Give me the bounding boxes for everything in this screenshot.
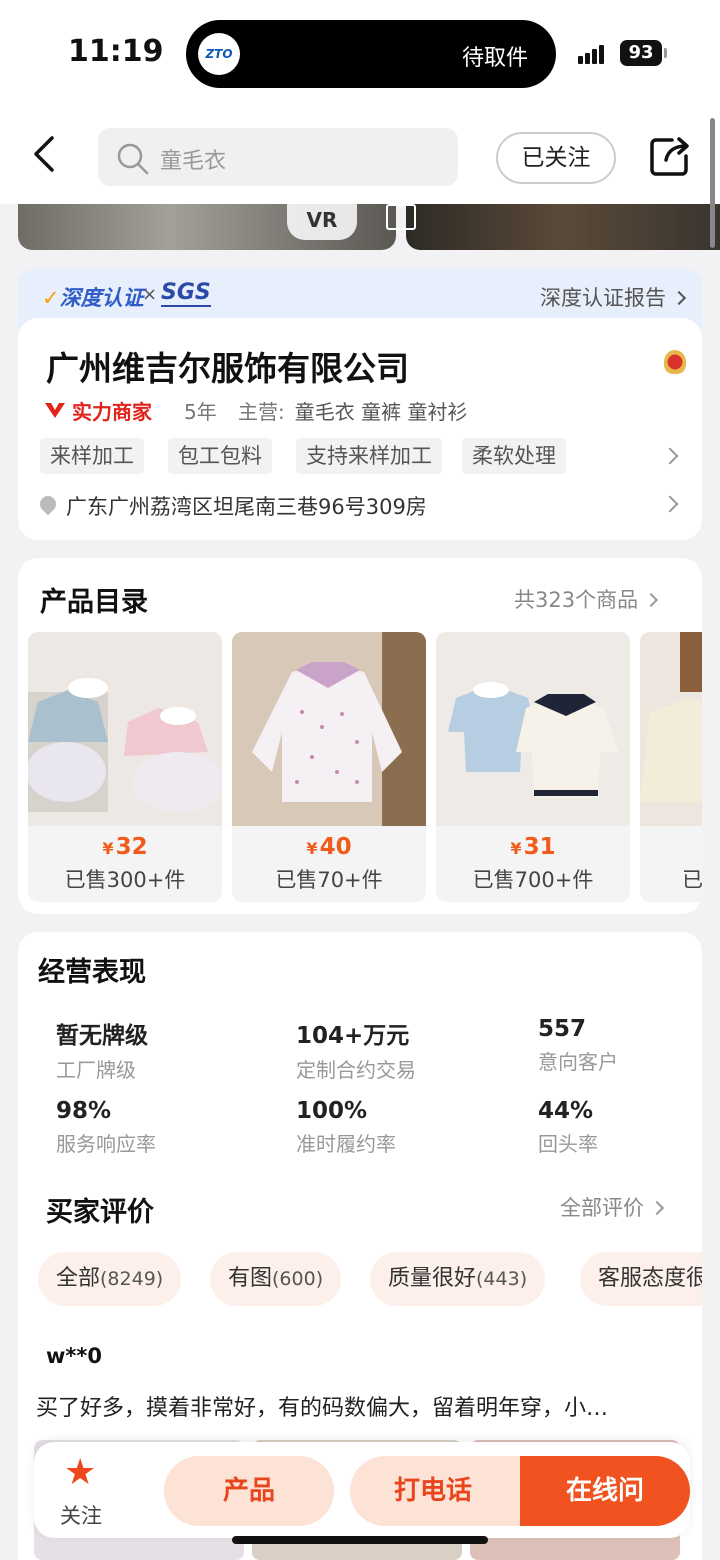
stat-on-time-rate: 100% 准时履约率 [296, 1098, 396, 1156]
factory-gallery[interactable]: VR [0, 204, 720, 252]
review-filter-with-images[interactable]: 有图(600) [210, 1252, 342, 1306]
stat-contract-trade: 104+万元 定制合约交易 [296, 1023, 416, 1082]
stat-intended-customers: 557 意向客户 [538, 1016, 618, 1074]
product-sold: 已 [682, 868, 702, 892]
vr-tour-button[interactable]: VR [287, 204, 357, 240]
catalog-count-link[interactable]: 共323个商品 [514, 584, 659, 614]
search-placeholder: 童毛衣 [160, 149, 227, 174]
sgs-logo: SGS [161, 280, 211, 307]
all-reviews-link[interactable]: 全部评价 [560, 1192, 665, 1222]
star-icon: ★ [64, 1452, 97, 1493]
following-button[interactable]: 已关注 [496, 132, 616, 184]
follow-label: 关注 [60, 1504, 102, 1528]
chevron-right-icon [644, 592, 659, 608]
signal-icon [578, 44, 610, 64]
company-card: 广州维吉尔服饰有限公司 实力商家 5年 主营: 童毛衣 童裤 童衬衫 来样加工 包… [18, 318, 702, 540]
review-text[interactable]: 买了好多，摸着非常好，有的码数偏大，留着明年穿，小… [36, 1390, 686, 1422]
reviewer-name: w**0 [46, 1344, 102, 1368]
review-filter-service[interactable]: 客服态度很 [580, 1252, 702, 1306]
product-price: ¥40 [306, 834, 352, 860]
product-card[interactable]: ¥40 已售70+件 [232, 632, 426, 902]
product-price: ¥31 [510, 834, 556, 860]
chevron-right-icon[interactable] [661, 495, 679, 513]
chevron-right-icon[interactable] [661, 447, 679, 465]
product-sold: 已售300+件 [64, 868, 186, 892]
product-catalog: 产品目录 共323个商品 ¥32 已售300+件 ¥40 已售70+件 ¥31 … [18, 558, 702, 914]
status-time: 11:19 [68, 34, 164, 69]
product-image [640, 632, 702, 826]
cert-report-link[interactable]: 深度认证报告 [540, 282, 687, 312]
years-in-business: 5年 [184, 400, 217, 424]
stat-response-rate: 98% 服务响应率 [56, 1098, 156, 1156]
catalog-title: 产品目录 [40, 587, 148, 618]
stat-repeat-rate: 44% 回头率 [538, 1098, 598, 1156]
cert-separator: × [142, 284, 158, 305]
company-address[interactable]: 广东广州荔湾区坦尾南三巷96号309房 [66, 491, 427, 521]
factory-photo[interactable] [406, 204, 720, 250]
nav-bar: 童毛衣 已关注 [0, 104, 720, 204]
live-activity-label: 待取件 [461, 46, 528, 71]
main-business: 主营: 童毛衣 童裤 童衬衫 [238, 400, 468, 424]
review-filter-good-quality[interactable]: 质量很好(443) [370, 1252, 546, 1306]
bottom-action-bar: ★ 关注 产品 打电话 在线问 [34, 1442, 690, 1538]
search-input[interactable]: 童毛衣 [98, 128, 458, 186]
emblem-icon [664, 350, 686, 374]
courier-logo-icon: ZTO [198, 33, 240, 75]
service-tag[interactable]: 来样加工 [40, 438, 144, 474]
product-sold: 已售70+件 [275, 868, 383, 892]
chevron-right-icon [649, 1200, 665, 1216]
products-button[interactable]: 产品 [164, 1456, 334, 1526]
dynamic-island[interactable]: ZTO 待取件 [186, 20, 556, 88]
service-tag[interactable]: 包工包料 [168, 438, 272, 474]
product-image [232, 632, 426, 826]
image-icon[interactable] [386, 204, 416, 230]
product-card[interactable]: 已 [640, 632, 702, 902]
product-price: ¥32 [102, 834, 148, 860]
share-icon[interactable] [648, 134, 692, 178]
scrollbar[interactable] [710, 118, 715, 248]
review-filter-all[interactable]: 全部(8249) [38, 1252, 182, 1306]
product-card[interactable]: ¥32 已售300+件 [28, 632, 222, 902]
location-pin-icon [36, 492, 60, 516]
chevron-right-icon [671, 290, 687, 306]
reviews-title: 买家评价 [46, 1197, 154, 1228]
seller-badge-icon [45, 403, 65, 418]
seller-badge: 实力商家 [44, 396, 152, 425]
product-sold: 已售700+件 [472, 868, 594, 892]
deep-cert-logo: ✓深度认证 [42, 286, 144, 310]
battery-icon: 93 [620, 40, 662, 66]
product-card[interactable]: ¥31 已售700+件 [436, 632, 630, 902]
stat-factory-level: 暂无牌级 工厂牌级 [56, 1023, 148, 1082]
search-icon [117, 143, 149, 175]
performance-title: 经营表现 [38, 957, 146, 988]
product-image [436, 632, 630, 826]
company-name: 广州维吉尔服饰有限公司 [46, 349, 409, 388]
battery-cap [664, 48, 667, 58]
chat-online-button[interactable]: 在线问 [520, 1456, 690, 1526]
back-icon[interactable] [30, 134, 58, 174]
product-image [28, 632, 222, 826]
service-tag[interactable]: 柔软处理 [462, 438, 566, 474]
status-bar: 11:19 ZTO 待取件 93 [0, 0, 720, 104]
service-tag[interactable]: 支持来样加工 [296, 438, 442, 474]
home-indicator[interactable] [232, 1536, 488, 1544]
